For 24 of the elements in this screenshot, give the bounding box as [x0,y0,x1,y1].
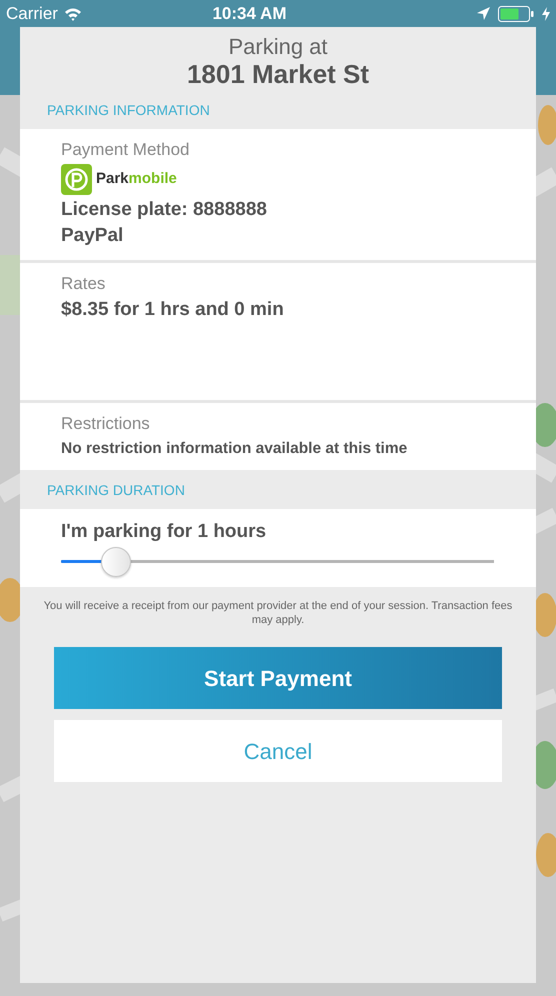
rate-text: $8.35 for 1 hrs and 0 min [61,298,285,322]
section-heading: PARKING DURATION [46,480,186,500]
battery-icon [498,6,534,22]
field-label: Rates [61,273,106,296]
duration-label: I'm parking for 1 hours [61,520,268,544]
charging-icon [542,6,550,20]
section-heading: PARKING INFORMATION [46,101,211,120]
start-payment-button[interactable]: Start Payment [54,647,502,710]
logo-icon [61,164,92,195]
receipt-note: You will receive a receipt from our payment provider at the end of your session. Transaction fees may apply. [42,598,514,628]
slider-thumb[interactable] [101,546,132,577]
dialog-title: Parking at [227,35,329,60]
field-label: Restrictions [61,413,151,436]
payment-method: PayPal [61,224,124,248]
carrier-label: Carrier [6,2,58,25]
restriction-text: No restriction information available at this time [61,438,408,459]
cancel-button[interactable]: Cancel [54,720,502,782]
field-label: Payment Method [61,139,191,162]
location-icon [477,7,490,20]
logo-text: Parkmobile [96,169,177,190]
license-plate: License plate: 8888888 [61,198,268,222]
clock: 10:34 AM [211,2,288,25]
address-title: 1801 Market St [186,59,370,90]
wifi-icon [64,6,82,20]
